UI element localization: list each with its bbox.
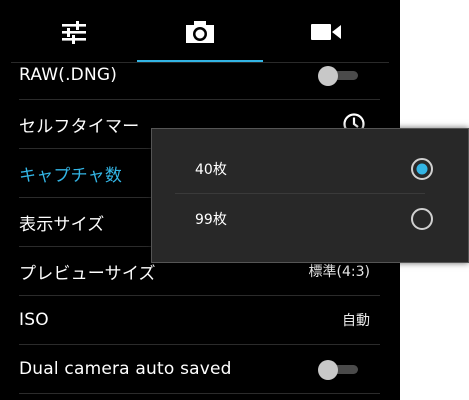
- setting-capture-count-label: キャプチャ数: [19, 165, 123, 186]
- camera-icon: [186, 20, 214, 43]
- setting-display-size-label: 表示サイズ: [19, 214, 105, 235]
- popup-divider: [175, 193, 425, 194]
- setting-raw[interactable]: RAW(.DNG): [19, 51, 380, 100]
- radio-checked-icon[interactable]: [410, 157, 434, 181]
- dual-camera-toggle-thumb: [318, 360, 338, 380]
- capture-option-40-label: 40枚: [195, 161, 227, 178]
- setting-iso[interactable]: ISO 自動: [19, 296, 380, 345]
- capture-option-40[interactable]: 40枚: [174, 145, 469, 192]
- sliders-icon: [62, 20, 86, 44]
- capture-option-99-label: 99枚: [195, 211, 227, 228]
- setting-raw-label: RAW(.DNG): [19, 65, 118, 85]
- dual-camera-toggle[interactable]: [318, 360, 358, 380]
- setting-iso-value: 自動: [342, 313, 370, 329]
- setting-dual-camera[interactable]: Dual camera auto saved: [19, 345, 380, 394]
- setting-self-timer-label: セルフタイマー: [19, 116, 140, 137]
- setting-iso-label: ISO: [19, 310, 49, 330]
- setting-dual-camera-label: Dual camera auto saved: [19, 359, 232, 379]
- setting-preview-size-value: 標準(4:3): [308, 264, 370, 280]
- raw-toggle[interactable]: [318, 66, 358, 86]
- setting-preview-size-label: プレビューサイズ: [19, 263, 156, 284]
- radio-unchecked-icon[interactable]: [410, 207, 434, 231]
- video-camera-icon: [311, 23, 341, 40]
- capture-count-popup: 40枚 99枚: [151, 128, 469, 263]
- raw-toggle-thumb: [318, 66, 338, 86]
- capture-option-99[interactable]: 99枚: [174, 195, 469, 242]
